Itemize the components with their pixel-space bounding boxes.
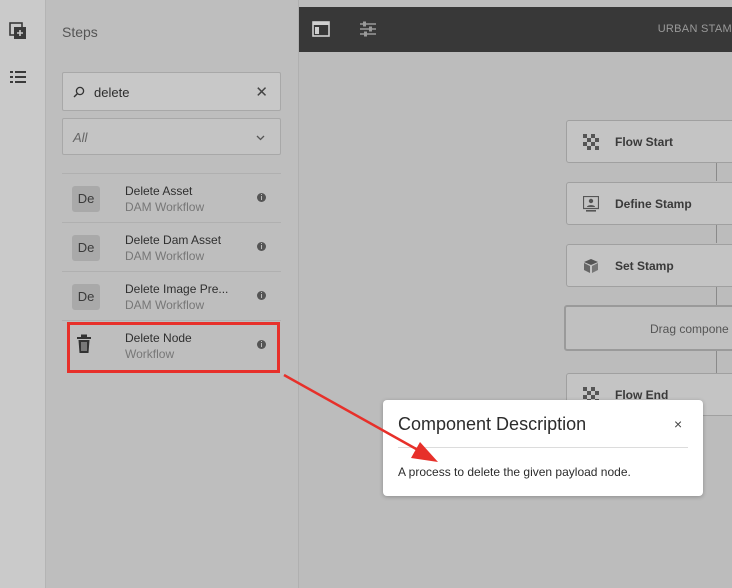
workflow-node-flow-start[interactable]: Flow Start	[566, 120, 732, 163]
set-stamp-icon	[583, 258, 599, 279]
chevron-down-icon	[255, 130, 266, 148]
step-category: DAM Workflow	[125, 298, 205, 312]
drop-zone-label: Drag compone	[650, 322, 729, 336]
node-label: Flow Start	[615, 135, 674, 149]
define-stamp-icon	[582, 195, 600, 217]
node-label: Set Stamp	[615, 259, 674, 273]
add-component-icon[interactable]	[9, 22, 27, 40]
search-field[interactable]: delete ✕	[62, 72, 281, 111]
popover-divider	[398, 447, 688, 448]
step-name: Delete Image Pre...	[125, 282, 229, 296]
left-rail	[0, 0, 46, 588]
info-icon[interactable]	[257, 242, 266, 251]
step-name: Delete Asset	[125, 184, 193, 198]
step-category: DAM Workflow	[125, 249, 205, 263]
connector-line	[716, 287, 717, 305]
step-badge: De	[72, 186, 100, 212]
outline-list-icon[interactable]	[9, 69, 27, 87]
popover-description: A process to delete the given payload no…	[398, 465, 631, 479]
filter-value: All	[73, 130, 88, 145]
page-title: URBAN STAM	[657, 23, 732, 35]
connector-line	[716, 163, 717, 181]
step-badge: De	[72, 235, 100, 261]
toggle-side-panel-icon[interactable]	[312, 21, 330, 42]
flow-start-icon	[583, 134, 599, 155]
node-label: Define Stamp	[615, 197, 692, 211]
list-item[interactable]: De Delete Asset DAM Workflow	[62, 173, 281, 222]
drop-zone[interactable]: Drag compone	[564, 305, 732, 351]
list-item[interactable]: De Delete Image Pre... DAM Workflow	[62, 271, 281, 320]
clear-search-icon[interactable]: ✕	[255, 83, 268, 101]
steps-panel: Steps delete ✕ All De Delete Asset DAM W…	[46, 0, 299, 588]
search-icon	[73, 85, 85, 103]
info-icon[interactable]	[257, 193, 266, 202]
workflow-node-set-stamp[interactable]: Set Stamp	[566, 244, 732, 287]
filter-select[interactable]: All	[62, 118, 281, 155]
info-icon[interactable]	[257, 291, 266, 300]
highlight-box	[67, 322, 280, 373]
list-item[interactable]: De Delete Dam Asset DAM Workflow	[62, 222, 281, 271]
panel-title: Steps	[62, 24, 98, 40]
step-name: Delete Dam Asset	[125, 233, 222, 247]
connector-line	[716, 225, 717, 243]
popover-title: Component Description	[398, 414, 587, 434]
step-category: DAM Workflow	[125, 200, 205, 214]
search-input[interactable]: delete	[94, 85, 129, 100]
workflow-node-define-stamp[interactable]: Define Stamp	[566, 182, 732, 225]
component-description-popover: Component Description × A process to del…	[383, 400, 703, 496]
step-badge: De	[72, 284, 100, 310]
editor-toolbar: URBAN STAM	[299, 7, 732, 52]
connector-line	[716, 351, 717, 373]
properties-sliders-icon[interactable]	[359, 21, 377, 42]
close-icon[interactable]: ×	[674, 416, 682, 432]
